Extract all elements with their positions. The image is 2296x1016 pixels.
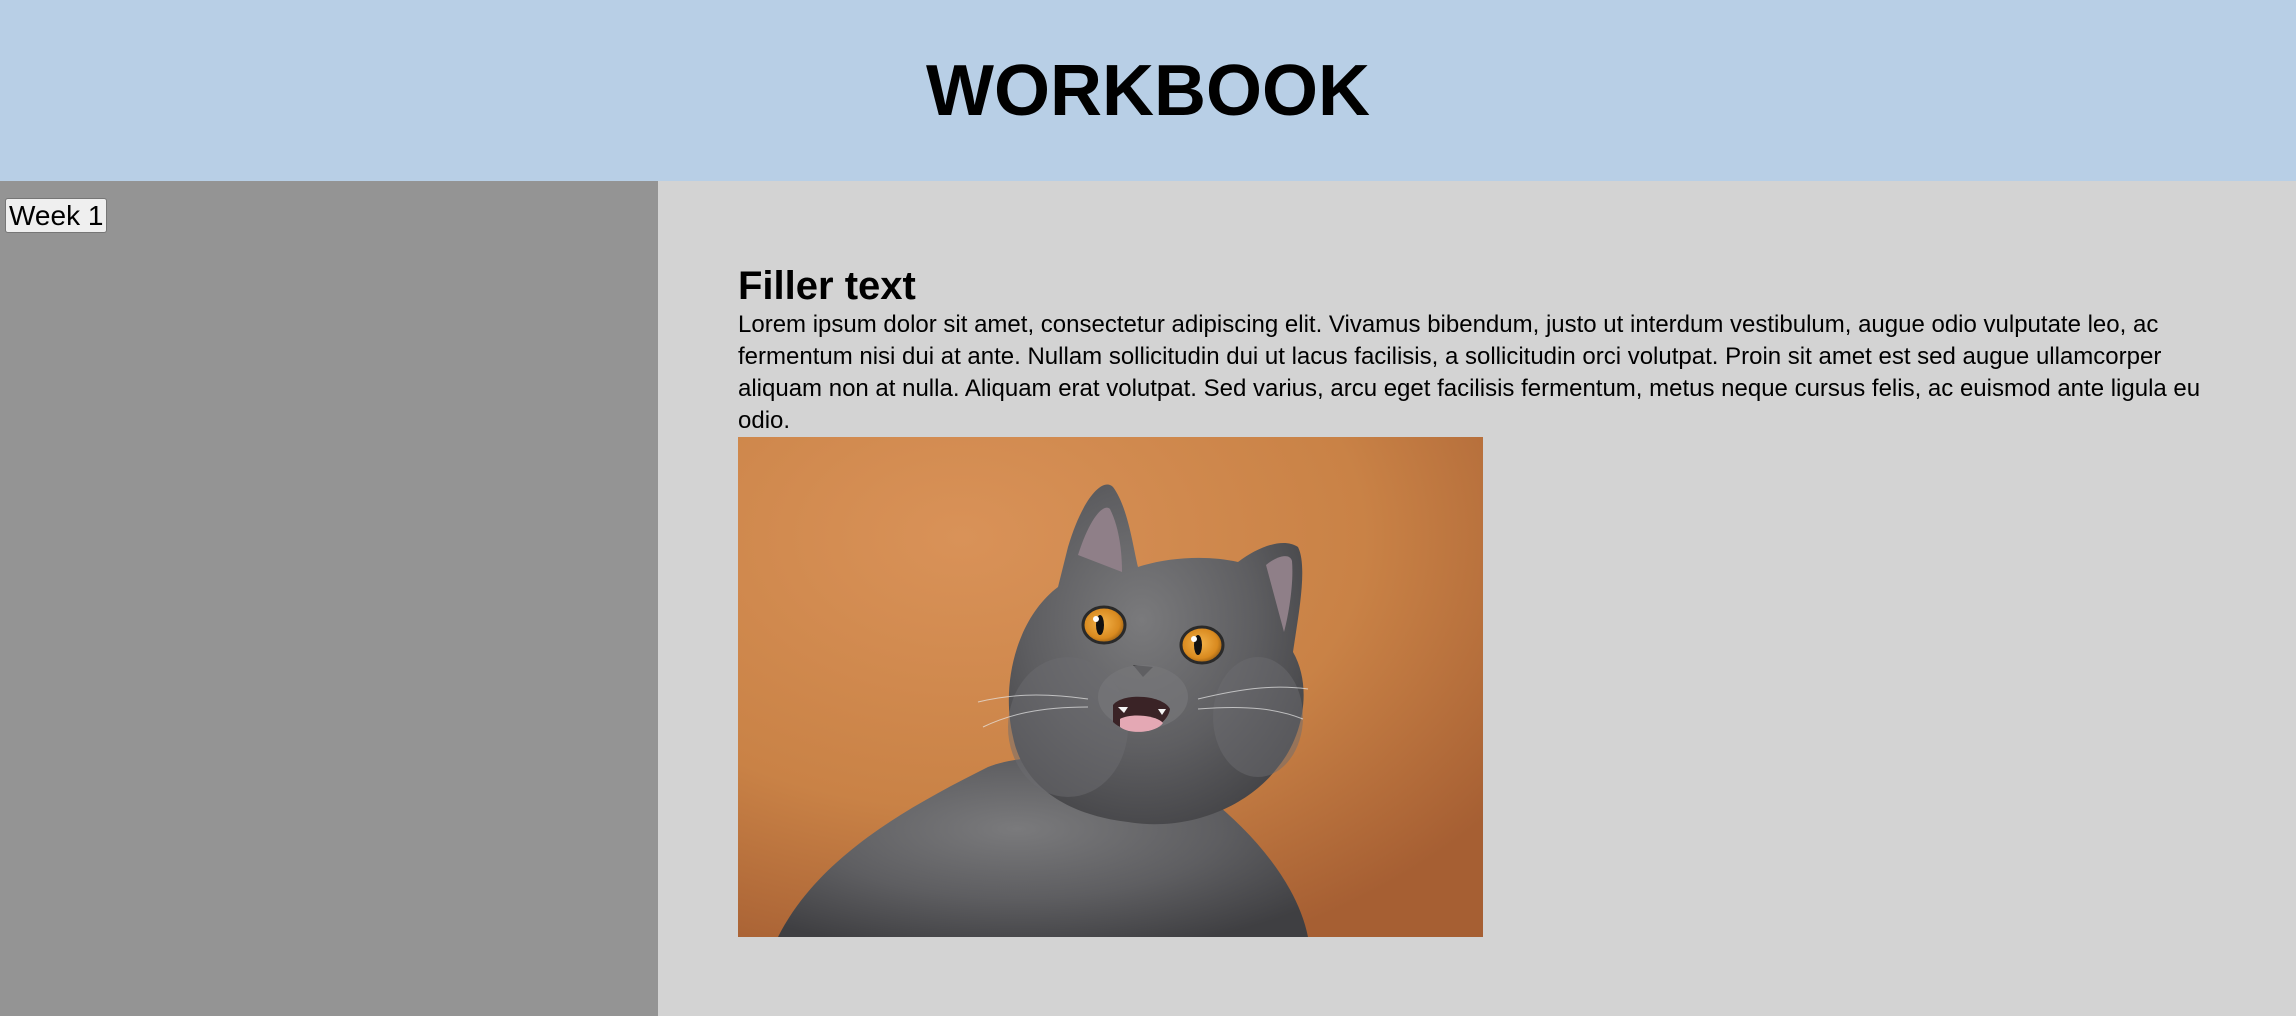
sidebar: Week 1	[0, 181, 658, 1016]
page-header: WORKBOOK	[0, 0, 2296, 181]
cat-image	[738, 437, 1483, 937]
page-title: WORKBOOK	[926, 50, 1370, 131]
article-paragraph: Lorem ipsum dolor sit amet, consectetur …	[738, 311, 2201, 434]
article-heading: Filler text	[738, 264, 916, 308]
week-1-button[interactable]: Week 1	[5, 198, 108, 233]
main-content: Filler text Lorem ipsum dolor sit amet, …	[658, 181, 2296, 1016]
article: Filler text Lorem ipsum dolor sit amet, …	[738, 263, 2228, 937]
